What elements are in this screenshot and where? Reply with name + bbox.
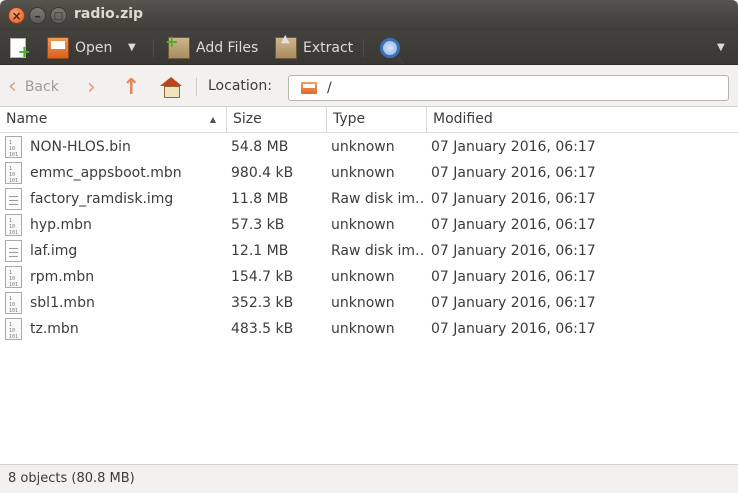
extract-icon (275, 32, 297, 59)
column-header-type-label: Type (333, 111, 366, 127)
file-name-cell: sbl1.mbn (30, 295, 95, 311)
file-name-cell: tz.mbn (30, 321, 79, 337)
location-bar: ‹ Back › ↑ Location: / (0, 66, 738, 107)
file-list-header: Name ▲ Size Type Modified (0, 107, 738, 133)
file-type-cell: unknown (331, 295, 395, 311)
location-separator (196, 78, 197, 96)
binary-file-icon: 1 10 101 (5, 266, 22, 288)
column-header-modified-label: Modified (433, 111, 493, 127)
file-size-cell: 57.3 kB (231, 217, 285, 233)
table-row[interactable]: 1 10 101 emmc_appsboot.mbn 980.4 kB unknown 07… (0, 160, 738, 186)
open-folder-icon (47, 37, 69, 59)
file-type-cell: unknown (331, 165, 395, 181)
chevron-right-icon: › (87, 74, 96, 100)
file-modified-cell: 07 January 2016, 06:17 (431, 139, 596, 155)
minimize-window-button[interactable]: – (29, 7, 46, 24)
file-modified-cell: 07 January 2016, 06:17 (431, 217, 596, 233)
binary-file-icon: 1 10 101 (5, 162, 22, 184)
status-bar: 8 objects (80.8 MB) (0, 464, 738, 493)
column-header-size-label: Size (233, 111, 262, 127)
file-size-cell: 154.7 kB (231, 269, 294, 285)
file-size-cell: 11.8 MB (231, 191, 289, 207)
table-row[interactable]: 1 10 101 NON-HLOS.bin 54.8 MB unknown 07 Janua… (0, 134, 738, 160)
home-button[interactable] (160, 75, 184, 99)
file-modified-cell: 07 January 2016, 06:17 (431, 165, 596, 181)
file-type-cell: unknown (331, 269, 395, 285)
file-type-cell: unknown (331, 217, 395, 233)
status-text: 8 objects (80.8 MB) (8, 471, 135, 486)
binary-file-icon: 1 10 101 (5, 292, 22, 314)
extract-button[interactable]: Extract (275, 32, 354, 61)
file-name-cell: emmc_appsboot.mbn (30, 165, 182, 181)
add-files-button[interactable]: Add Files (165, 32, 259, 61)
forward-button[interactable]: › (87, 74, 96, 100)
file-name-cell: hyp.mbn (30, 217, 92, 233)
table-row[interactable]: 1 10 101 hyp.mbn 57.3 kB unknown 07 January 20… (0, 212, 738, 238)
text-file-icon (5, 240, 22, 262)
window-title: radio.zip (74, 6, 144, 22)
close-window-button[interactable]: × (8, 7, 25, 24)
file-modified-cell: 07 January 2016, 06:17 (431, 321, 596, 337)
file-size-cell: 54.8 MB (231, 139, 289, 155)
file-name-cell: laf.img (30, 243, 78, 259)
text-file-icon (5, 188, 22, 210)
column-header-size[interactable]: Size (227, 107, 327, 133)
table-row[interactable]: laf.img 12.1 MB Raw disk im… 07 January 201… (0, 238, 738, 264)
file-list: Name ▲ Size Type Modified 1 10 101 NON-HLOS… (0, 107, 738, 464)
location-path: / (327, 80, 332, 96)
up-button[interactable]: ↑ (122, 74, 141, 100)
file-size-cell: 483.5 kB (231, 321, 294, 337)
file-modified-cell: 07 January 2016, 06:17 (431, 295, 596, 311)
table-row[interactable]: factory_ramdisk.img 11.8 MB Raw disk im… 07… (0, 186, 738, 212)
file-type-cell: unknown (331, 321, 395, 337)
column-header-name-label: Name (6, 111, 48, 127)
sort-ascending-icon: ▲ (209, 115, 216, 124)
toolbar-separator (153, 39, 154, 57)
file-type-cell: Raw disk im… (331, 243, 425, 259)
extract-label: Extract (303, 40, 354, 56)
open-label: Open (75, 40, 113, 56)
add-files-icon (165, 32, 190, 59)
home-icon (160, 77, 182, 98)
file-name-cell: rpm.mbn (30, 269, 95, 285)
back-label: Back (24, 79, 59, 95)
column-header-name[interactable]: Name ▲ (0, 107, 227, 133)
binary-file-icon: 1 10 101 (5, 136, 22, 158)
table-row[interactable]: 1 10 101 tz.mbn 483.5 kB unknown 07 January 20… (0, 316, 738, 342)
column-header-type[interactable]: Type (327, 107, 427, 133)
new-archive-icon (10, 38, 31, 61)
toolbar-overflow-chevron-icon[interactable]: ▼ (717, 42, 725, 53)
toolbar: Open ▼ Add Files Extract ▼ (0, 31, 738, 65)
title-bar: × – □ radio.zip (0, 0, 738, 31)
toolbar-separator (363, 39, 364, 57)
binary-file-icon: 1 10 101 (5, 318, 22, 340)
maximize-window-button[interactable]: □ (50, 7, 67, 24)
file-name-cell: NON-HLOS.bin (30, 139, 131, 155)
file-modified-cell: 07 January 2016, 06:17 (431, 269, 596, 285)
search-icon (380, 38, 400, 58)
location-label: Location: (208, 78, 272, 94)
file-modified-cell: 07 January 2016, 06:17 (431, 191, 596, 207)
file-name-cell: factory_ramdisk.img (30, 191, 174, 207)
binary-file-icon: 1 10 101 (5, 214, 22, 236)
table-row[interactable]: 1 10 101 rpm.mbn 154.7 kB unknown 07 January 2… (0, 264, 738, 290)
file-type-cell: Raw disk im… (331, 191, 425, 207)
location-input[interactable]: / (288, 75, 729, 101)
add-files-label: Add Files (196, 40, 259, 56)
file-size-cell: 980.4 kB (231, 165, 294, 181)
table-row[interactable]: 1 10 101 sbl1.mbn 352.3 kB unknown 07 January … (0, 290, 738, 316)
file-size-cell: 12.1 MB (231, 243, 289, 259)
back-button[interactable]: ‹ Back (8, 75, 59, 99)
open-button[interactable]: Open (47, 35, 112, 61)
open-dropdown-chevron-icon[interactable]: ▼ (128, 42, 136, 53)
file-type-cell: unknown (331, 139, 395, 155)
find-button[interactable] (380, 35, 406, 61)
column-header-modified[interactable]: Modified (427, 107, 738, 133)
chevron-left-icon: ‹ (8, 74, 17, 99)
folder-icon (301, 82, 317, 94)
new-archive-button[interactable] (10, 35, 32, 61)
file-size-cell: 352.3 kB (231, 295, 294, 311)
file-modified-cell: 07 January 2016, 06:17 (431, 243, 596, 259)
arrow-up-icon: ↑ (122, 74, 141, 100)
